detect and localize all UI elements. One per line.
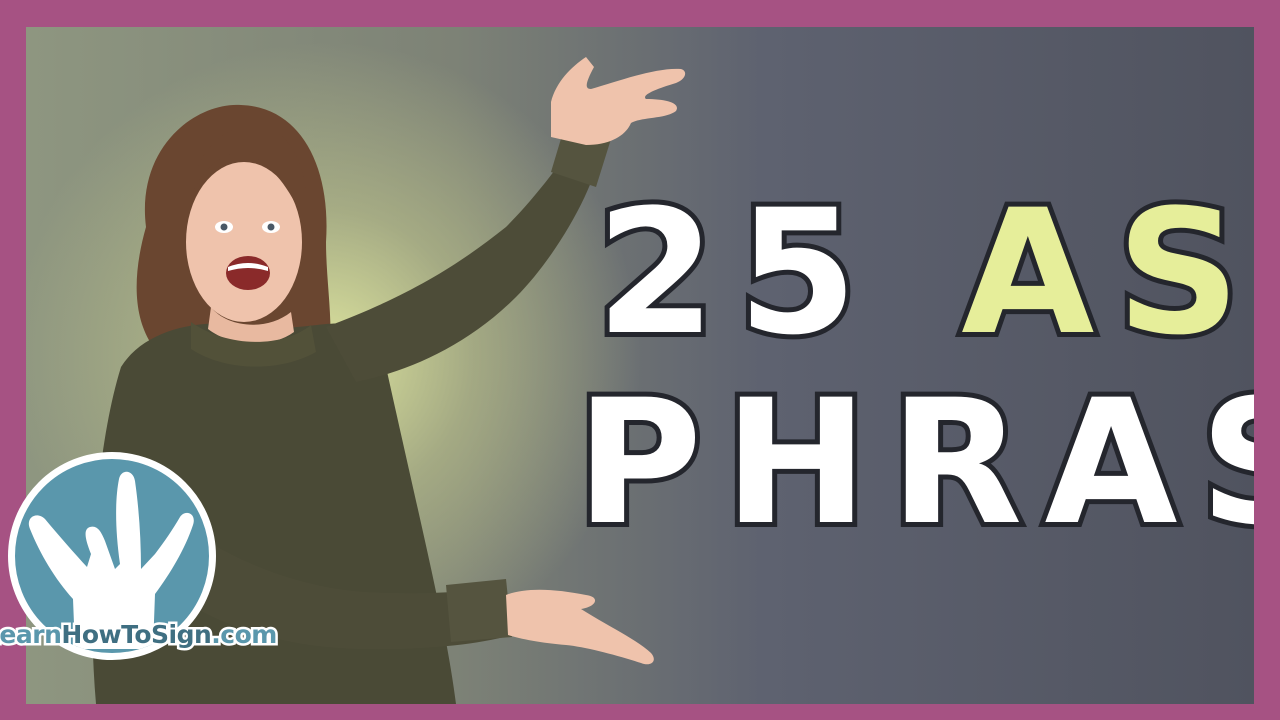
- logo-text-howtosign: HowToSign: [59, 618, 214, 652]
- brand-logo-text: LearnHowToSign.com: [0, 618, 280, 652]
- headline-line1: 25 ASL: [591, 182, 1254, 364]
- logo-text-domain: .com: [209, 618, 280, 652]
- headline-line2: PHRASES: [571, 362, 1254, 563]
- headline-number: 25: [591, 172, 880, 373]
- logo-text-learn: Learn: [0, 618, 64, 652]
- headline-accent-word: ASL: [956, 172, 1263, 373]
